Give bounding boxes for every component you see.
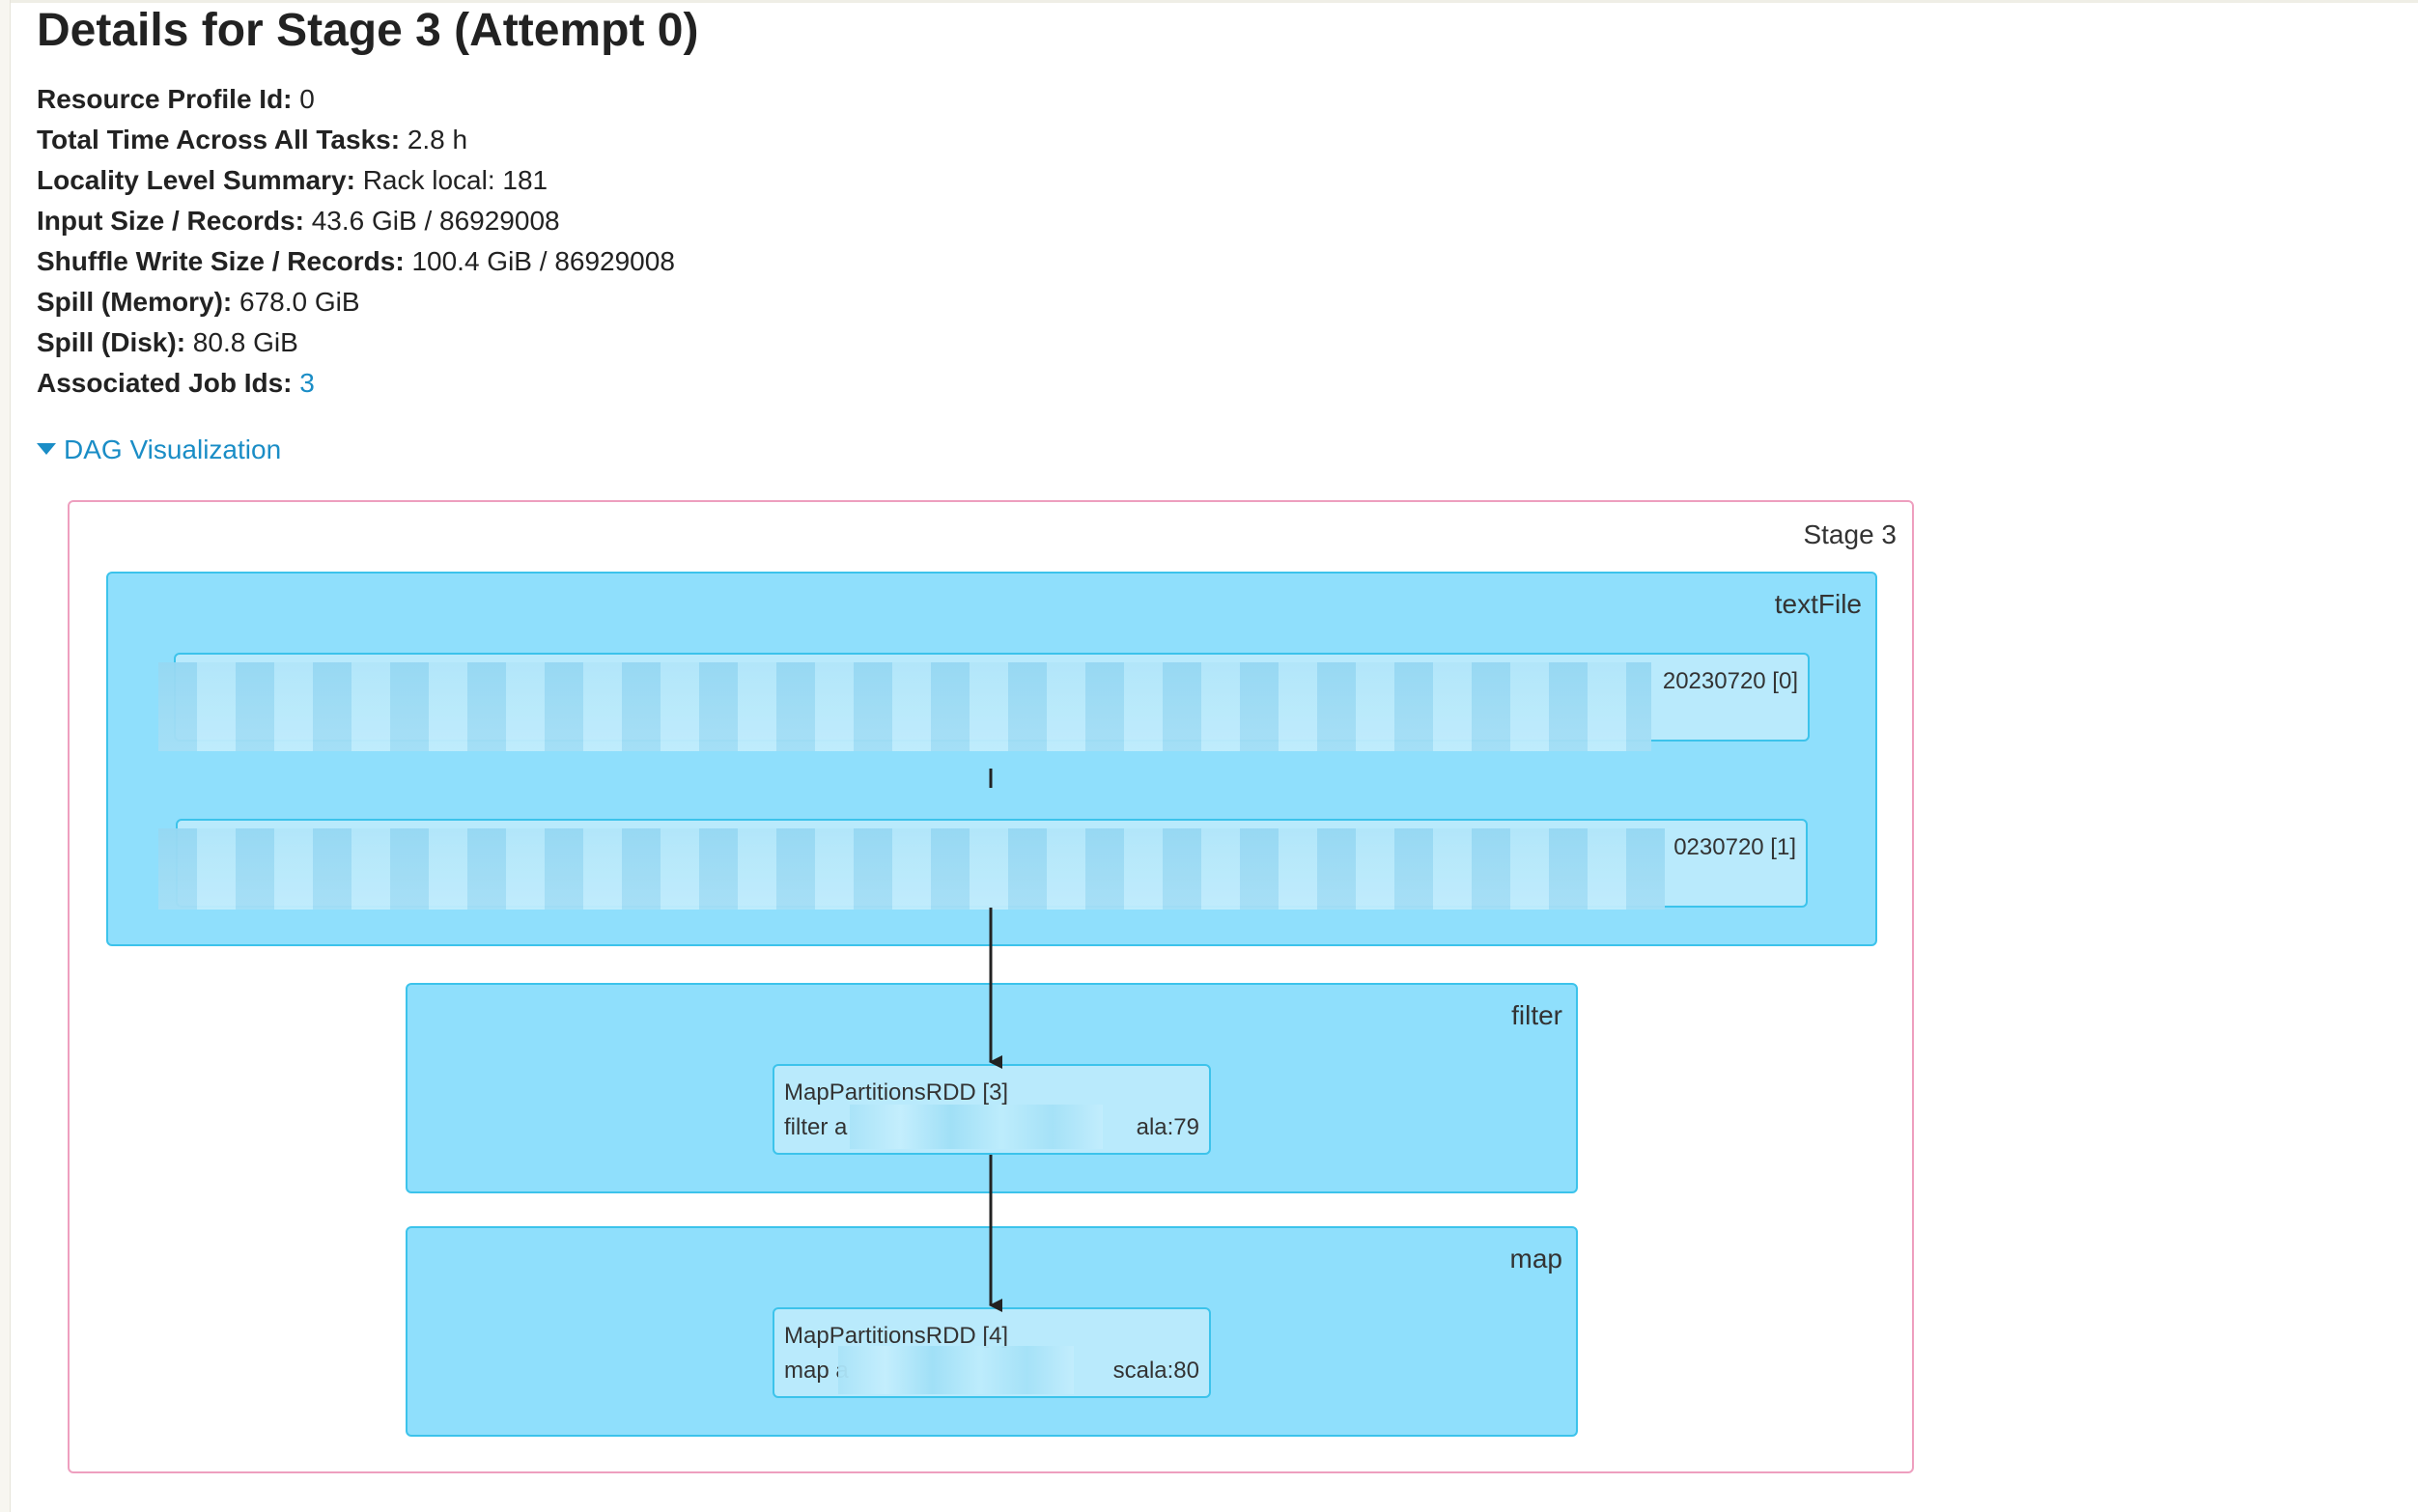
shuffle-write-value: 100.4 GiB / 86929008 bbox=[411, 246, 675, 276]
cropped-text bbox=[37, 1495, 43, 1512]
spill-disk-row: Spill (Disk): 80.8 GiB bbox=[37, 322, 675, 363]
stage-summary-list: Resource Profile Id: 0 Total Time Across… bbox=[37, 79, 675, 404]
job-id-link[interactable]: 3 bbox=[299, 368, 315, 398]
total-time-label: Total Time Across All Tasks: bbox=[37, 125, 401, 154]
input-size-value: 43.6 GiB / 86929008 bbox=[311, 206, 560, 236]
spill-disk-label: Spill (Disk): bbox=[37, 327, 186, 357]
spill-memory-label: Spill (Memory): bbox=[37, 287, 233, 317]
page-title: Details for Stage 3 (Attempt 0) bbox=[37, 5, 699, 56]
spill-disk-value: 80.8 GiB bbox=[192, 327, 298, 357]
stage-details-page: Details for Stage 3 (Attempt 0) Resource… bbox=[0, 0, 2418, 1512]
total-time-row: Total Time Across All Tasks: 2.8 h bbox=[37, 120, 675, 160]
spill-memory-value: 678.0 GiB bbox=[239, 287, 360, 317]
locality-label: Locality Level Summary: bbox=[37, 165, 355, 195]
locality-row: Locality Level Summary: Rack local: 181 bbox=[37, 160, 675, 201]
input-size-row: Input Size / Records: 43.6 GiB / 8692900… bbox=[37, 201, 675, 241]
input-size-label: Input Size / Records: bbox=[37, 206, 304, 236]
job-ids-label: Associated Job Ids: bbox=[37, 368, 293, 398]
resource-profile-row: Resource Profile Id: 0 bbox=[37, 79, 675, 120]
dag-stage-box: Stage 3 textFile 20230720 [0] 0230720 [1… bbox=[68, 500, 1914, 1473]
left-divider bbox=[0, 0, 11, 1512]
dag-edges bbox=[989, 769, 1002, 1312]
caret-down-icon bbox=[37, 443, 56, 455]
total-time-value: 2.8 h bbox=[407, 125, 468, 154]
job-ids-row: Associated Job Ids: 3 bbox=[37, 363, 675, 404]
locality-value: Rack local: 181 bbox=[362, 165, 548, 195]
dag-visualization-toggle[interactable]: DAG Visualization bbox=[37, 433, 281, 467]
shuffle-write-label: Shuffle Write Size / Records: bbox=[37, 246, 405, 276]
spill-memory-row: Spill (Memory): 678.0 GiB bbox=[37, 282, 675, 322]
dag-visualization-label: DAG Visualization bbox=[64, 434, 282, 464]
resource-profile-value: 0 bbox=[299, 84, 315, 114]
resource-profile-label: Resource Profile Id: bbox=[37, 84, 293, 114]
shuffle-write-row: Shuffle Write Size / Records: 100.4 GiB … bbox=[37, 241, 675, 282]
